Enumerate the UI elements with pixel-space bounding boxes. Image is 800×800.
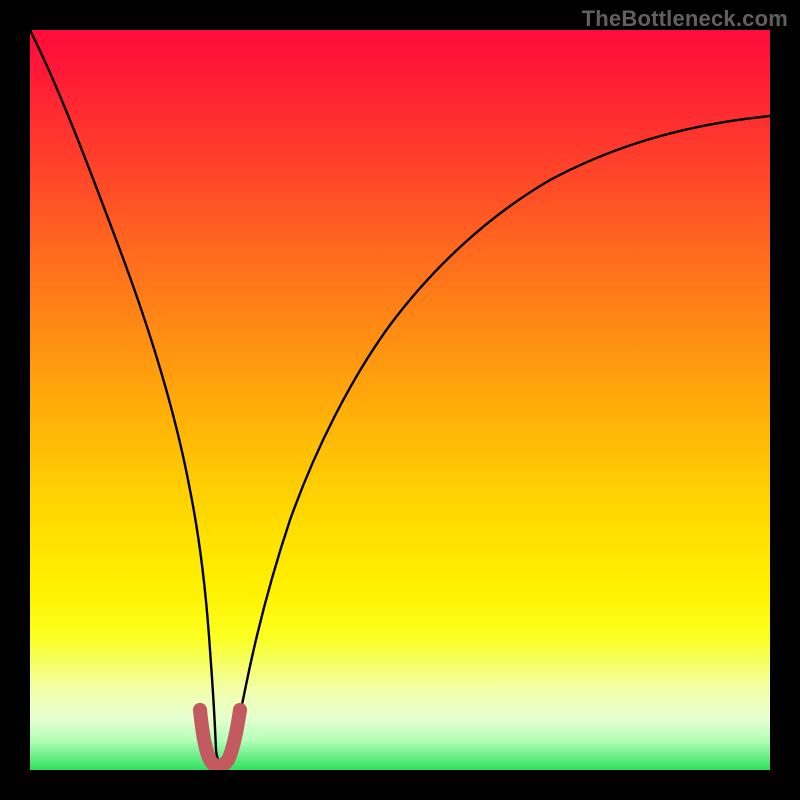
- optimal-marker: [200, 710, 240, 766]
- plot-area: [30, 30, 770, 770]
- optimal-marker-dot-right: [233, 703, 247, 717]
- bottleneck-curve: [30, 30, 770, 764]
- optimal-marker-dot-left: [193, 703, 207, 717]
- watermark-text: TheBottleneck.com: [582, 6, 788, 32]
- chart-svg: [30, 30, 770, 770]
- chart-frame: TheBottleneck.com: [0, 0, 800, 800]
